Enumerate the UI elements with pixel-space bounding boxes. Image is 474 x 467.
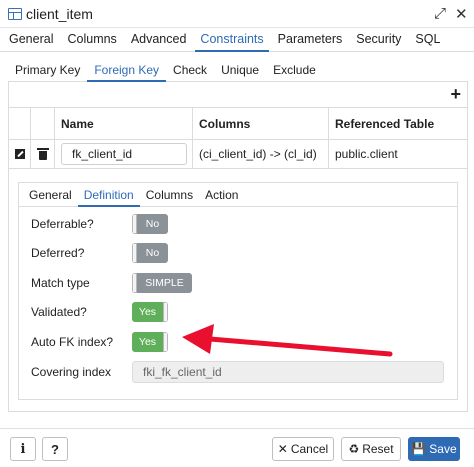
match-type-row: Match type SIMPLE xyxy=(19,271,459,295)
deferrable-row: Deferrable? No xyxy=(19,212,459,236)
grid-header: Name Columns Referenced Table xyxy=(9,108,467,140)
referenced-table-cell: public.client xyxy=(335,147,398,161)
window-title: client_item xyxy=(26,5,93,22)
help-button[interactable]: ? xyxy=(42,437,68,461)
constraint-name-input[interactable] xyxy=(61,143,187,165)
header-delete-cell xyxy=(31,108,55,139)
table-icon xyxy=(8,7,22,20)
trash-icon[interactable] xyxy=(36,148,49,160)
validated-label: Validated? xyxy=(31,305,87,319)
cancel-button[interactable]: ✕ Cancel xyxy=(272,437,334,461)
covering-index-label: Covering index xyxy=(31,365,112,379)
save-button[interactable]: 💾 Save xyxy=(408,437,460,461)
deferred-toggle[interactable]: No xyxy=(132,243,168,263)
tab-foreign-key[interactable]: Foreign Key xyxy=(87,58,167,82)
match-type-value: SIMPLE xyxy=(145,277,184,289)
tab-unique[interactable]: Unique xyxy=(214,58,266,82)
help-icon: ? xyxy=(51,441,59,457)
save-icon: 💾 xyxy=(411,442,427,456)
constraint-tabs: Primary Key Foreign Key Check Unique Exc… xyxy=(8,58,468,82)
detail-tab-columns[interactable]: Columns xyxy=(140,183,199,207)
red-arrow-annotation xyxy=(182,324,393,357)
match-type-toggle[interactable]: SIMPLE xyxy=(132,273,192,293)
recycle-icon: ♻ xyxy=(348,442,360,456)
header-edit-cell xyxy=(9,108,31,139)
title-bar: client_item ⤢ ✕ xyxy=(0,0,474,28)
table-row: (ci_client_id) -> (cl_id) public.client xyxy=(9,140,467,169)
detail-tabs: General Definition Columns Action xyxy=(19,183,457,207)
tab-constraints[interactable]: Constraints xyxy=(195,28,269,52)
main-tabs: General Columns Advanced Constraints Par… xyxy=(0,28,474,52)
dialog-footer: i ? ✕ Cancel ♻ Reset 💾 Save xyxy=(0,428,474,467)
deferred-row: Deferred? No xyxy=(19,241,459,265)
info-icon: i xyxy=(20,441,26,457)
add-row-button[interactable]: + xyxy=(450,84,461,104)
cancel-label: Cancel xyxy=(290,442,329,456)
name-cell xyxy=(55,140,193,168)
header-name: Name xyxy=(55,108,193,139)
deferred-label: Deferred? xyxy=(31,246,85,260)
detail-tab-action[interactable]: Action xyxy=(199,183,244,207)
save-label: Save xyxy=(429,442,457,456)
tab-security[interactable]: Security xyxy=(351,28,406,52)
tab-columns[interactable]: Columns xyxy=(62,28,121,52)
deferred-value: No xyxy=(145,247,160,259)
edit-icon[interactable] xyxy=(14,149,25,159)
tab-parameters[interactable]: Parameters xyxy=(273,28,348,52)
detail-tab-definition[interactable]: Definition xyxy=(77,183,140,207)
auto-fk-index-toggle[interactable]: Yes xyxy=(132,332,168,352)
edit-cell xyxy=(9,140,31,168)
tab-exclude[interactable]: Exclude xyxy=(266,58,323,82)
header-columns: Columns xyxy=(193,108,329,139)
arrow-shaft xyxy=(207,336,393,357)
tab-sql[interactable]: SQL xyxy=(410,28,445,52)
deferrable-toggle[interactable]: No xyxy=(132,214,168,234)
header-referenced-table: Referenced Table xyxy=(335,116,435,131)
reset-button[interactable]: ♻ Reset xyxy=(341,437,401,461)
tab-advanced[interactable]: Advanced xyxy=(126,28,192,52)
columns-cell: (ci_client_id) -> (cl_id) xyxy=(193,140,329,168)
tab-check[interactable]: Check xyxy=(166,58,214,82)
close-icon[interactable]: ✕ xyxy=(455,5,468,23)
expand-icon[interactable]: ⤢ xyxy=(434,5,446,22)
validated-toggle[interactable]: Yes xyxy=(132,302,168,322)
info-button[interactable]: i xyxy=(10,437,36,461)
reset-label: Reset xyxy=(362,442,394,456)
toggle-knob xyxy=(163,302,168,322)
delete-cell xyxy=(31,140,55,168)
grid-toolbar: + xyxy=(9,82,467,108)
auto-fk-index-label: Auto FK index? xyxy=(31,335,114,349)
tab-general[interactable]: General xyxy=(4,28,58,52)
tab-primary-key[interactable]: Primary Key xyxy=(8,58,87,82)
detail-tab-general[interactable]: General xyxy=(23,183,78,207)
match-type-label: Match type xyxy=(31,276,90,290)
deferrable-label: Deferrable? xyxy=(31,217,94,231)
close-icon: ✕ xyxy=(277,442,288,456)
toggle-knob xyxy=(163,332,168,352)
validated-value: Yes xyxy=(138,306,157,318)
deferrable-value: No xyxy=(145,218,160,230)
arrow-head xyxy=(182,324,214,354)
auto-fk-index-value: Yes xyxy=(138,336,157,348)
